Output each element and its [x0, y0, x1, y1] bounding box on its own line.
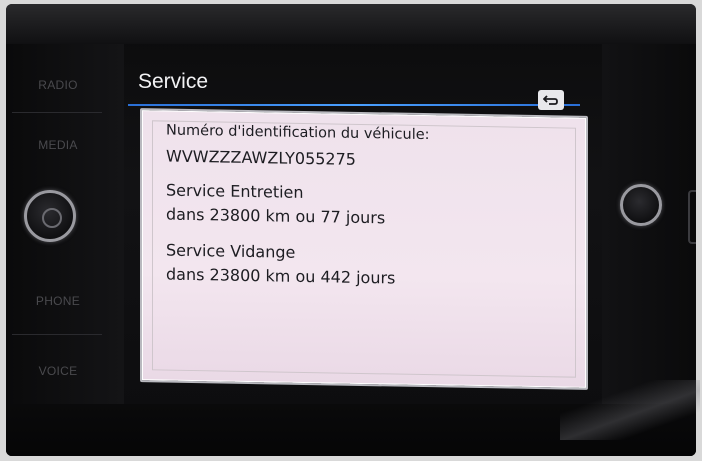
volume-knob[interactable]	[24, 190, 76, 242]
vin-value: WVWZZZAWZLY055275	[166, 146, 356, 169]
radio-button[interactable]: RADIO	[8, 78, 108, 92]
media-button[interactable]: MEDIA	[8, 138, 108, 152]
back-return-icon	[543, 95, 558, 105]
glare-reflection	[560, 380, 700, 440]
page-title: Service	[138, 70, 209, 93]
left-bezel	[6, 44, 124, 456]
power-icon	[42, 208, 62, 228]
service-info-panel: Numéro d'identification du véhicule: WVW…	[140, 108, 588, 390]
right-edge-latch	[688, 190, 696, 244]
title-underline	[128, 104, 580, 106]
button-divider	[12, 334, 102, 335]
tune-knob[interactable]	[620, 184, 662, 226]
button-divider	[12, 112, 102, 113]
voice-button[interactable]: VOICE	[8, 364, 108, 378]
phone-button[interactable]: PHONE	[8, 294, 108, 308]
oil-service-value: dans 23800 km ou 442 jours	[166, 264, 396, 288]
top-bezel	[6, 4, 696, 44]
maintenance-service-value: dans 23800 km ou 77 jours	[166, 204, 386, 228]
maintenance-service-label: Service Entretien	[166, 180, 304, 202]
oil-service-label: Service Vidange	[166, 240, 296, 262]
back-button[interactable]	[538, 90, 564, 110]
